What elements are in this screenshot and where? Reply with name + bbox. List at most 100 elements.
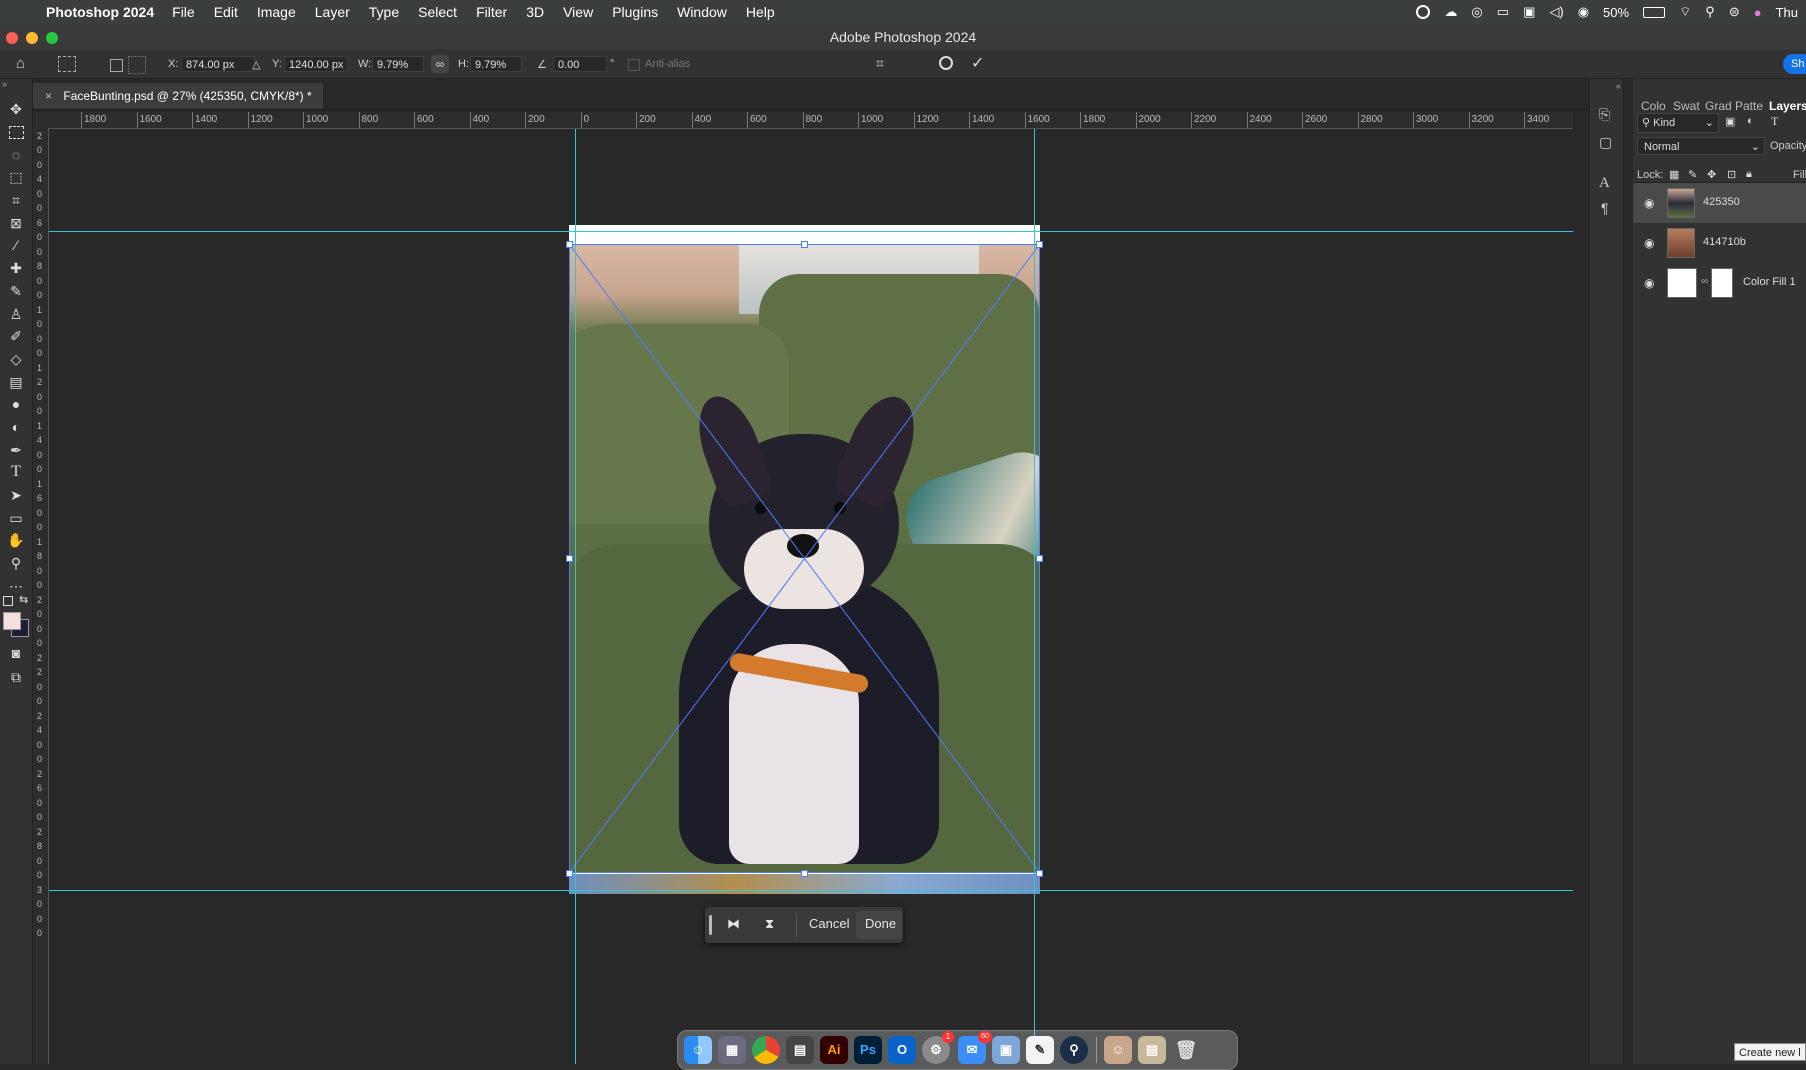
transform-handle-middle-right[interactable] xyxy=(1036,555,1043,562)
menu-window[interactable]: Window xyxy=(677,4,727,20)
transform-handle-top-center[interactable] xyxy=(801,241,808,248)
height-field[interactable]: 9.79% xyxy=(470,56,522,72)
document-tab[interactable]: × FaceBunting.psd @ 27% (425350, CMYK/8*… xyxy=(33,83,323,109)
flip-vertical-icon[interactable]: ⧗ xyxy=(765,916,774,932)
stamp-tool-icon[interactable]: ♙ xyxy=(6,304,26,324)
screen-mode-icon[interactable]: ⧉ xyxy=(6,667,26,687)
cancel-transform-icon[interactable] xyxy=(939,56,953,70)
transform-tool-icon[interactable] xyxy=(58,56,76,72)
layer-row[interactable]: ◉ 425350 xyxy=(1633,183,1806,223)
downloads-folder-icon[interactable]: ☺ xyxy=(1104,1036,1132,1064)
collapse-panels-icon[interactable]: « xyxy=(1616,81,1621,91)
rectangle-tool-icon[interactable]: ▭ xyxy=(6,508,26,528)
zoom-tool-icon[interactable]: ⚲ xyxy=(6,553,26,573)
menu-file[interactable]: File xyxy=(172,4,195,20)
pen-tool-icon[interactable]: ✒ xyxy=(6,440,26,460)
lock-position-icon[interactable]: ✥ xyxy=(1707,168,1716,181)
transform-handle-middle-left[interactable] xyxy=(566,555,573,562)
horizontal-ruler[interactable]: 1800 1600 1400 1200 1000 800 600 400 200 0 200 400 6… xyxy=(48,112,1573,129)
share-button[interactable]: Sh xyxy=(1783,54,1806,74)
tab-layers[interactable]: Layers xyxy=(1769,99,1806,113)
width-field[interactable]: 9.79% xyxy=(372,56,424,72)
menu-view[interactable]: View xyxy=(563,4,593,20)
quicktime-icon[interactable]: ⚲ xyxy=(1060,1036,1088,1064)
lock-transparent-icon[interactable]: ▦ xyxy=(1669,168,1679,181)
display-icon[interactable]: ▭ xyxy=(1497,4,1509,20)
crop-tool-icon[interactable]: ⌗ xyxy=(6,190,26,210)
drag-handle[interactable] xyxy=(709,915,712,935)
spotlight-search-icon[interactable]: ⚲ xyxy=(1705,4,1715,20)
eraser-tool-icon[interactable]: ◇ xyxy=(6,349,26,369)
swap-colors-icon[interactable]: ⇆ xyxy=(19,593,28,606)
calculator-icon[interactable]: ▤ xyxy=(786,1036,814,1064)
menu-type[interactable]: Type xyxy=(369,4,399,20)
paragraph-panel-icon[interactable]: ¶ xyxy=(1601,200,1609,216)
frame-tool-icon[interactable]: ⊠ xyxy=(6,213,26,233)
layer-name[interactable]: 414710b xyxy=(1703,236,1746,248)
cloud-icon[interactable]: ☁ xyxy=(1444,4,1457,20)
preview-icon[interactable]: ▣ xyxy=(992,1036,1020,1064)
warp-mode-icon[interactable]: ⌗ xyxy=(876,55,892,73)
siri-icon[interactable]: ● xyxy=(1754,5,1762,20)
collapse-toolbar-icon[interactable]: » xyxy=(2,79,7,89)
textedit-icon[interactable]: ✎ xyxy=(1026,1036,1054,1064)
object-selection-tool-icon[interactable]: ⬚ xyxy=(6,167,26,187)
menu-plugins[interactable]: Plugins xyxy=(612,4,658,20)
menu-image[interactable]: Image xyxy=(257,4,296,20)
tab-gradients[interactable]: Grad xyxy=(1705,99,1732,113)
layer-mask-thumbnail[interactable] xyxy=(1711,268,1733,298)
reference-point-grid-icon[interactable] xyxy=(128,56,146,74)
wifi-icon[interactable]: ⌔ xyxy=(1679,4,1691,20)
outlook-icon[interactable]: O xyxy=(888,1036,916,1064)
blend-mode-dropdown[interactable]: Normal ⌄ xyxy=(1637,137,1765,155)
layer-row[interactable]: ◉ ∞ Color Fill 1 xyxy=(1633,263,1806,303)
history-panel-icon[interactable]: ⎘ xyxy=(1599,106,1610,123)
menu-filter[interactable]: Filter xyxy=(476,4,507,20)
vertical-ruler[interactable]: 0 2 0 0 4 0 0 6 0 0 8 0 0 1 0 0 0 1 2 0 0 1 4 0 0 1 6 0 0 1 8 0 0 2 0 0 0 2 2 0… xyxy=(33,128,49,1064)
healing-brush-tool-icon[interactable]: ✚ xyxy=(6,258,26,278)
flip-horizontal-icon[interactable]: ⧓ xyxy=(727,916,740,932)
photoshop-icon[interactable]: Ps xyxy=(854,1036,882,1064)
brush-tool-icon[interactable]: ✎ xyxy=(6,281,26,301)
history-brush-tool-icon[interactable]: ✐ xyxy=(6,326,26,346)
guide-horizontal-bottom[interactable] xyxy=(49,890,1573,891)
transform-handle-bottom-left[interactable] xyxy=(566,870,573,877)
anti-alias-checkbox[interactable] xyxy=(628,59,640,71)
eye-icon[interactable]: ◉ xyxy=(1644,196,1658,210)
reference-point-checkbox[interactable] xyxy=(110,59,123,72)
hand-tool-icon[interactable]: ✋ xyxy=(6,530,26,550)
menu-clock[interactable]: Thu xyxy=(1776,5,1798,20)
tab-color[interactable]: Colo xyxy=(1641,99,1666,113)
filter-type-icon[interactable]: T xyxy=(1771,114,1778,129)
launchpad-icon[interactable]: ▦ xyxy=(718,1036,746,1064)
battery-icon[interactable] xyxy=(1643,6,1666,18)
layer-row[interactable]: ◉ 414710b xyxy=(1633,223,1806,263)
volume-icon[interactable]: ◁) xyxy=(1549,4,1563,20)
blur-tool-icon[interactable]: ● xyxy=(6,394,26,414)
apple-icon[interactable] xyxy=(16,3,34,21)
camera-icon[interactable]: ▣ xyxy=(1523,4,1535,20)
commit-transform-icon[interactable]: ✓ xyxy=(971,53,984,73)
mask-link-icon[interactable]: ∞ xyxy=(1701,276,1708,287)
ruler-corner[interactable] xyxy=(33,112,49,129)
transform-handle-top-right[interactable] xyxy=(1036,241,1043,248)
transform-handle-bottom-right[interactable] xyxy=(1036,870,1043,877)
guide-vertical-left[interactable] xyxy=(575,129,576,1064)
tab-swatches[interactable]: Swat xyxy=(1673,99,1700,113)
rotation-angle-field[interactable]: 0.00 xyxy=(553,56,607,72)
transform-handle-bottom-center[interactable] xyxy=(801,870,808,877)
dodge-tool-icon[interactable]: ◐ xyxy=(6,417,26,437)
eye-icon[interactable]: ◉ xyxy=(1644,236,1658,250)
layer-name[interactable]: 425350 xyxy=(1703,196,1740,208)
cancel-button[interactable]: Cancel xyxy=(809,916,849,931)
trash-icon[interactable]: 🗑︎ xyxy=(1172,1036,1200,1064)
documents-stack-icon[interactable]: ▤ xyxy=(1138,1036,1166,1064)
illustrator-icon[interactable]: Ai xyxy=(820,1036,848,1064)
eye-icon[interactable]: ◉ xyxy=(1644,276,1658,290)
menu-layer[interactable]: Layer xyxy=(315,4,350,20)
quick-mask-icon[interactable]: ◙ xyxy=(6,643,26,663)
tab-patterns[interactable]: Patte xyxy=(1735,99,1763,113)
lasso-tool-icon[interactable]: ◌ xyxy=(6,145,26,165)
type-tool-icon[interactable]: T xyxy=(6,462,26,482)
done-button[interactable]: Done xyxy=(865,916,896,931)
